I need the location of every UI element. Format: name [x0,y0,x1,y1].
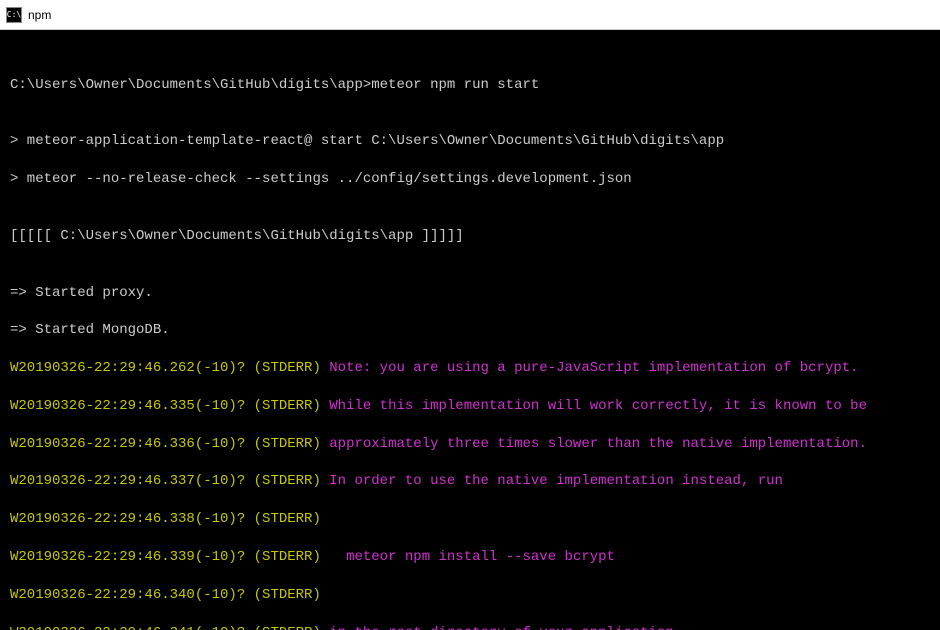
stderr-line: W20190326-22:29:46.339(-10)? (STDERR) me… [10,548,930,567]
log-timestamp: W20190326-22:29:46.336(-10)? [10,436,245,452]
stderr-label: (STDERR) [245,436,321,452]
prompt-line: C:\Users\Owner\Documents\GitHub\digits\a… [10,76,930,95]
terminal-output[interactable]: C:\Users\Owner\Documents\GitHub\digits\a… [0,30,940,630]
log-timestamp: W20190326-22:29:46.338(-10)? [10,511,245,527]
log-message: Note: you are using a pure-JavaScript im… [321,360,859,376]
stderr-line: W20190326-22:29:46.335(-10)? (STDERR) Wh… [10,397,930,416]
window-titlebar: C:\ npm [0,0,940,30]
meteor-banner: [[[[[ C:\Users\Owner\Documents\GitHub\di… [10,227,930,246]
log-timestamp: W20190326-22:29:46.337(-10)? [10,473,245,489]
status-line: => Started proxy. [10,284,930,303]
log-message: approximately three times slower than th… [321,436,867,452]
window-title: npm [28,8,51,22]
stderr-label: (STDERR) [245,587,321,603]
cmd-icon-text: C:\ [7,11,21,19]
stderr-label: (STDERR) [245,398,321,414]
log-timestamp: W20190326-22:29:46.341(-10)? [10,625,245,630]
stderr-line: W20190326-22:29:46.337(-10)? (STDERR) In… [10,472,930,491]
stderr-line: W20190326-22:29:46.336(-10)? (STDERR) ap… [10,435,930,454]
cmd-icon: C:\ [6,7,22,23]
log-message: While this implementation will work corr… [321,398,867,414]
stderr-label: (STDERR) [245,511,321,527]
log-timestamp: W20190326-22:29:46.339(-10)? [10,549,245,565]
log-timestamp: W20190326-22:29:46.262(-10)? [10,360,245,376]
stderr-label: (STDERR) [245,625,321,630]
stderr-line: W20190326-22:29:46.341(-10)? (STDERR) in… [10,624,930,630]
log-timestamp: W20190326-22:29:46.335(-10)? [10,398,245,414]
log-timestamp: W20190326-22:29:46.340(-10)? [10,587,245,603]
stderr-label: (STDERR) [245,473,321,489]
status-line: => Started MongoDB. [10,321,930,340]
stderr-line: W20190326-22:29:46.338(-10)? (STDERR) [10,510,930,529]
log-message: in the root directory of your applicatio… [321,625,682,630]
npm-script-line: > meteor --no-release-check --settings .… [10,170,930,189]
stderr-label: (STDERR) [245,360,321,376]
log-message: meteor npm install --save bcrypt [321,549,615,565]
stderr-label: (STDERR) [245,549,321,565]
stderr-line: W20190326-22:29:46.340(-10)? (STDERR) [10,586,930,605]
npm-script-line: > meteor-application-template-react@ sta… [10,132,930,151]
log-message: In order to use the native implementatio… [321,473,783,489]
stderr-line: W20190326-22:29:46.262(-10)? (STDERR) No… [10,359,930,378]
